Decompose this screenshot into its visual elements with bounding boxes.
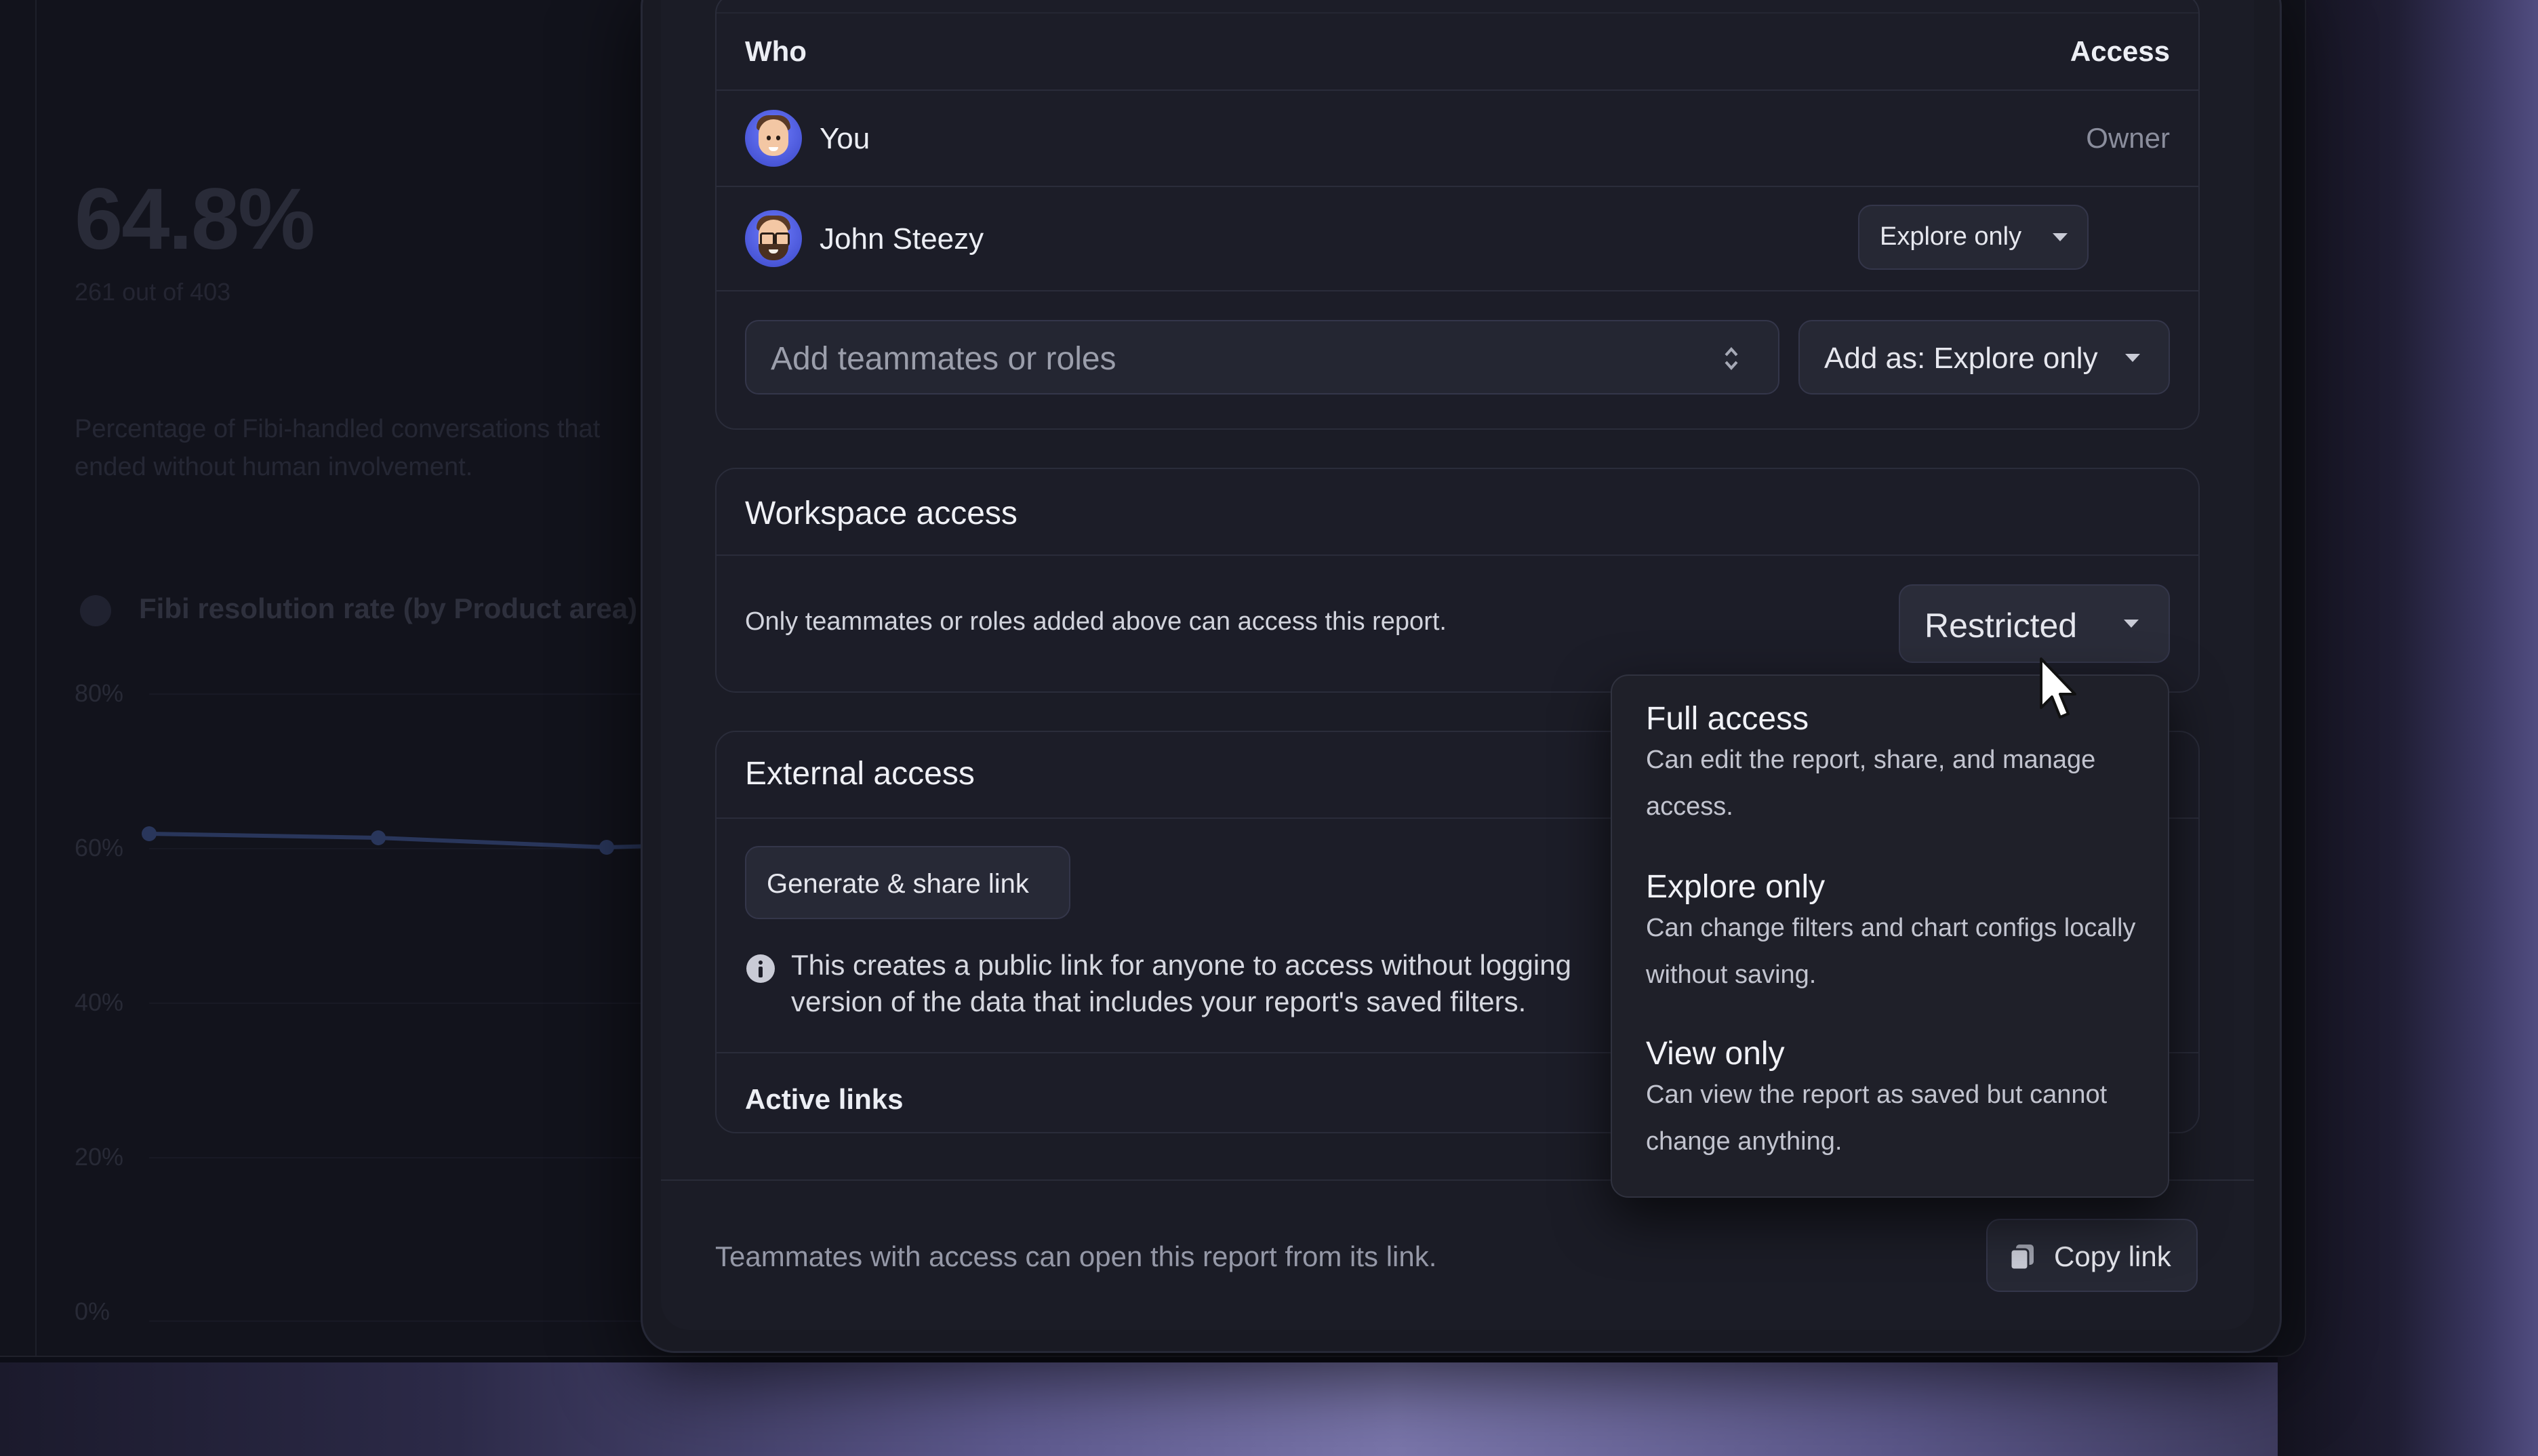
chevron-down-icon (2053, 233, 2068, 241)
person-access-value: Explore only (1880, 222, 2022, 251)
chevron-down-icon (2124, 620, 2139, 628)
people-card: Who Access You Owner John Steezy Explore… (715, 0, 2200, 430)
external-info-line-1: This creates a public link for anyone to… (791, 949, 1571, 981)
chevron-down-icon (2125, 354, 2140, 362)
generate-share-link-button[interactable]: Generate & share link (745, 846, 1070, 919)
desktop-wallpaper-bottom (0, 1362, 2538, 1456)
menu-item-description: Can change filters and chart configs loc… (1646, 914, 2136, 989)
copy-icon (2009, 1245, 2034, 1271)
divider (717, 89, 2198, 91)
chart-series-line (148, 832, 678, 850)
desktop-wallpaper-right (2278, 0, 2538, 1456)
person-access-dropdown[interactable]: Explore only (1858, 205, 2089, 270)
chart-point (142, 826, 157, 841)
menu-item-title: Full access (1646, 701, 1809, 737)
workspace-access-title: Workspace access (745, 496, 1018, 531)
workspace-access-description: Only teammates or roles added above can … (745, 607, 1447, 636)
divider (717, 186, 2198, 187)
chart-point (371, 830, 386, 845)
workspace-access-dropdown[interactable]: Restricted (1899, 584, 2170, 663)
add-as-value: Add as: Explore only (1824, 342, 2098, 375)
menu-item-title: View only (1646, 1036, 1785, 1072)
workspace-access-value: Restricted (1925, 607, 2078, 645)
divider (717, 554, 2198, 556)
person-name: John Steezy (820, 222, 984, 256)
external-info-line-2: version of the data that includes your r… (791, 986, 1527, 1017)
active-links-heading: Active links (745, 1083, 904, 1115)
add-teammates-input[interactable]: Add teammates or roles (745, 320, 1779, 395)
divider (717, 290, 2198, 291)
menu-item-description: Can edit the report, share, and manage a… (1646, 746, 2096, 821)
avatar (745, 110, 802, 167)
generate-share-link-label: Generate & share link (767, 869, 1029, 899)
sort-updown-icon (1725, 346, 1738, 371)
mouse-cursor-icon (2040, 658, 2076, 719)
copy-link-label: Copy link (2054, 1240, 2171, 1272)
chart-point (599, 840, 614, 855)
access-column-header: Access (2070, 35, 2170, 67)
copy-link-button[interactable]: Copy link (1986, 1219, 2198, 1292)
access-level-menu: Full access Can edit the report, share, … (1611, 674, 2169, 1198)
background-line-chart (142, 826, 678, 855)
person-name: You (820, 122, 870, 155)
owner-label: Owner (2086, 122, 2170, 154)
menu-item-title: Explore only (1646, 869, 1826, 905)
who-column-header: Who (745, 35, 807, 67)
background-report: 64.8% 261 out of 403 Percentage of Fibi-… (0, 0, 691, 1356)
divider (717, 12, 2198, 14)
add-teammates-placeholder: Add teammates or roles (771, 341, 1116, 377)
avatar (745, 210, 802, 267)
workspace-access-card: Workspace access Only teammates or roles… (715, 468, 2200, 693)
menu-item-description: Can view the report as saved but cannot … (1646, 1080, 2108, 1156)
footer-note: Teammates with access can open this repo… (715, 1240, 1437, 1272)
external-access-title: External access (745, 756, 975, 792)
add-as-dropdown[interactable]: Add as: Explore only (1798, 320, 2170, 395)
info-icon (746, 954, 775, 983)
